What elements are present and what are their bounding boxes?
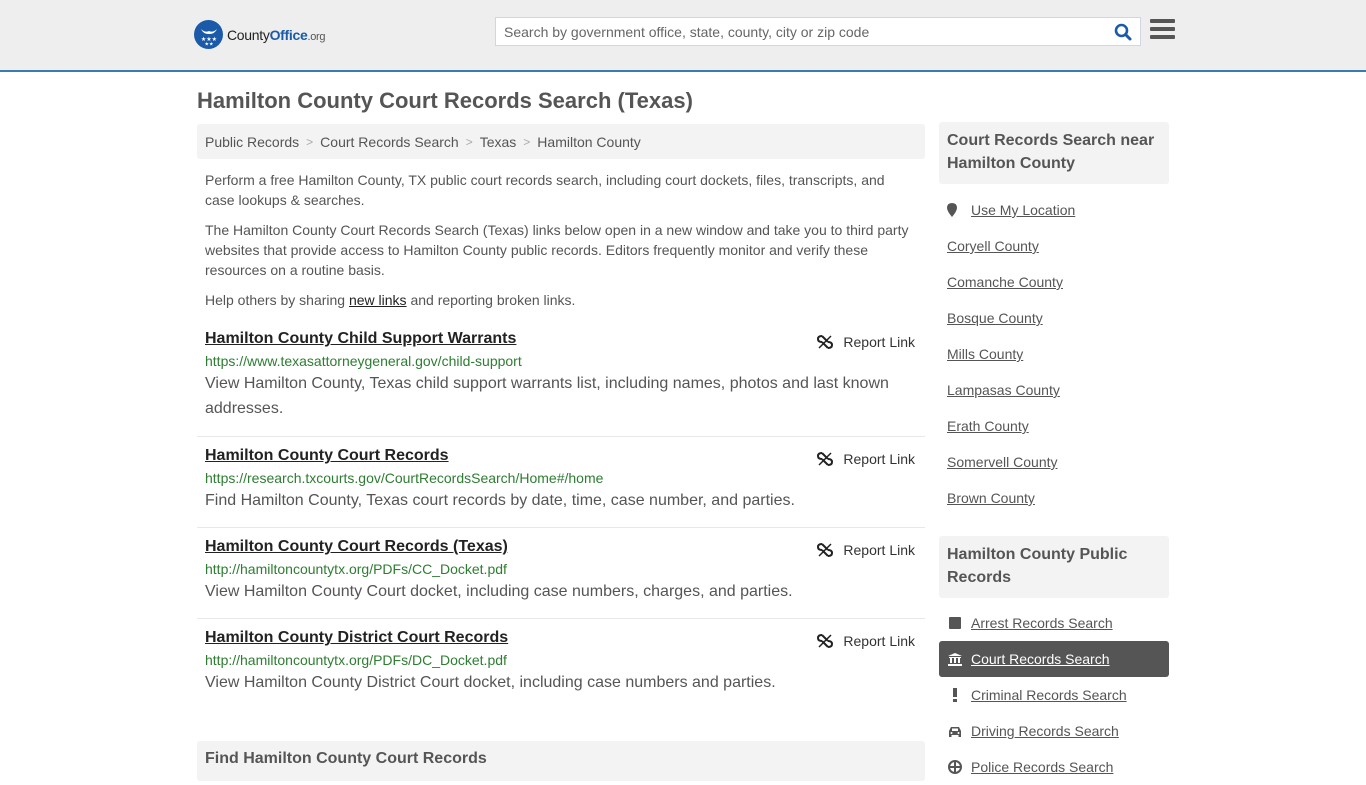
police-icon: [947, 760, 963, 774]
car-icon: [947, 726, 963, 737]
result-url: http://hamiltoncountytx.org/PDFs/DC_Dock…: [205, 652, 507, 668]
nearby-heading: Court Records Search near Hamilton Count…: [939, 122, 1169, 184]
new-links-link[interactable]: new links: [349, 292, 407, 308]
broken-link-icon: [817, 634, 834, 648]
result-url: https://www.texasattorneygeneral.gov/chi…: [205, 353, 522, 369]
breadcrumb-court-records-search[interactable]: Court Records Search: [320, 134, 459, 150]
map-marker-icon: [947, 203, 957, 217]
broken-link-icon: [817, 335, 834, 349]
sidebar-item-driving-records[interactable]: Driving Records Search: [939, 713, 1169, 749]
result-item: Hamilton County District Court Records R…: [197, 629, 925, 710]
page-title: Hamilton County Court Records Search (Te…: [197, 88, 693, 113]
logo-wordmark: CountyOffice.org: [227, 26, 326, 43]
result-title-link[interactable]: Hamilton County Court Records: [205, 447, 449, 465]
nearby-county-link[interactable]: Coryell County: [947, 238, 1039, 254]
search-button[interactable]: [1106, 18, 1140, 45]
courthouse-icon: [947, 652, 963, 666]
result-title-link[interactable]: Hamilton County Child Support Warrants: [205, 330, 516, 348]
report-link-button[interactable]: Report Link: [817, 542, 915, 558]
search-icon: [1114, 23, 1132, 40]
breadcrumb: Public Records > Court Records Search > …: [197, 124, 925, 159]
result-description: View Hamilton County District Court dock…: [205, 674, 776, 691]
use-my-location-link[interactable]: Use My Location: [947, 202, 1075, 218]
result-url: http://hamiltoncountytx.org/PDFs/CC_Dock…: [205, 561, 507, 577]
breadcrumb-public-records[interactable]: Public Records: [205, 134, 299, 150]
nearby-county-link[interactable]: Somervell County: [947, 454, 1058, 470]
report-link-button[interactable]: Report Link: [817, 334, 915, 350]
exclamation-icon: [947, 688, 963, 702]
sidebar-item-police-records[interactable]: Police Records Search: [939, 749, 1169, 785]
nearby-county-link[interactable]: Bosque County: [947, 310, 1043, 326]
broken-link-icon: [817, 452, 834, 466]
disclaimer-paragraph: The Hamilton County Court Records Search…: [205, 222, 909, 278]
nearby-county-link[interactable]: Comanche County: [947, 274, 1063, 290]
report-link-button[interactable]: Report Link: [817, 633, 915, 649]
breadcrumb-separator: >: [306, 134, 314, 149]
breadcrumb-hamilton-county[interactable]: Hamilton County: [537, 134, 641, 150]
nearby-county-link[interactable]: Mills County: [947, 346, 1023, 362]
public-records-heading: Hamilton County Public Records: [939, 536, 1169, 598]
result-title-link[interactable]: Hamilton County Court Records (Texas): [205, 538, 508, 556]
broken-link-icon: [817, 543, 834, 557]
hamburger-menu-icon[interactable]: [1150, 19, 1175, 41]
nearby-county-link[interactable]: Lampasas County: [947, 382, 1060, 398]
help-paragraph: Help others by sharing new links and rep…: [205, 292, 576, 308]
result-description: View Hamilton County, Texas child suppor…: [205, 375, 889, 417]
find-records-heading: Find Hamilton County Court Records: [197, 741, 925, 781]
nearby-county-link[interactable]: Erath County: [947, 418, 1029, 434]
site-logo[interactable]: ★★★ ★★ CountyOffice.org: [194, 20, 326, 49]
result-item: Hamilton County Court Records Report Lin…: [197, 447, 925, 528]
breadcrumb-texas[interactable]: Texas: [480, 134, 517, 150]
result-item: Hamilton County Child Support Warrants R…: [197, 330, 925, 437]
result-item: Hamilton County Court Records (Texas) Re…: [197, 538, 925, 619]
result-description: Find Hamilton County, Texas court record…: [205, 492, 795, 509]
breadcrumb-separator: >: [465, 134, 473, 149]
search-bar: [495, 17, 1141, 46]
result-title-link[interactable]: Hamilton County District Court Records: [205, 629, 508, 647]
site-header: ★★★ ★★ CountyOffice.org: [0, 0, 1366, 72]
svg-text:★★: ★★: [204, 41, 213, 46]
square-icon: [947, 617, 963, 629]
report-link-button[interactable]: Report Link: [817, 451, 915, 467]
result-description: View Hamilton County Court docket, inclu…: [205, 583, 793, 600]
breadcrumb-separator: >: [523, 134, 531, 149]
sidebar-item-arrest-records[interactable]: Arrest Records Search: [939, 605, 1169, 641]
search-input[interactable]: [496, 18, 1106, 45]
nearby-county-link[interactable]: Brown County: [947, 490, 1035, 506]
result-url: https://research.txcourts.gov/CourtRecor…: [205, 470, 604, 486]
sidebar-item-criminal-records[interactable]: Criminal Records Search: [939, 677, 1169, 713]
intro-paragraph: Perform a free Hamilton County, TX publi…: [205, 172, 885, 208]
eagle-logo-icon: ★★★ ★★: [194, 20, 223, 49]
sidebar-item-court-records[interactable]: Court Records Search: [939, 641, 1169, 677]
